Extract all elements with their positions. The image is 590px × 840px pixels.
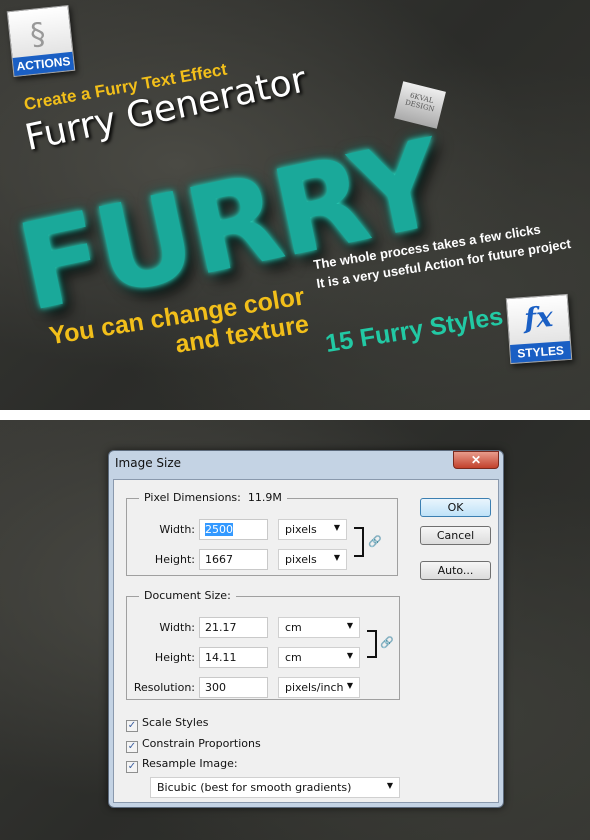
styles-badge: fx STYLES (505, 293, 573, 365)
link-bracket (367, 630, 377, 658)
pixel-width-unit-select[interactable]: pixels ▼ (278, 519, 347, 540)
checkmark-icon: ✓ (126, 761, 138, 773)
scale-styles-checkbox[interactable]: ✓ Scale Styles (126, 716, 208, 732)
chevron-down-icon: ▼ (346, 681, 353, 690)
chevron-down-icon: ▼ (346, 651, 353, 660)
pixel-width-input[interactable]: 2500 (199, 519, 268, 540)
image-size-dialog: Image Size ✕ Pixel Dimensions: 11.9M Wid… (108, 450, 504, 808)
actions-badge: § ACTIONS (6, 4, 76, 78)
promo-banner: § ACTIONS Create a Furry Text Effect Fur… (0, 0, 590, 410)
fx-icon: fx (523, 300, 555, 335)
chain-link-icon: 🔗 (368, 535, 382, 548)
doc-height-label: Height: (154, 651, 195, 664)
document-size-label: Document Size: (139, 589, 236, 602)
doc-width-input[interactable]: 21.17 (199, 617, 268, 638)
resolution-label: Resolution: (133, 681, 195, 694)
constrain-proportions-checkbox[interactable]: ✓ Constrain Proportions (126, 737, 261, 753)
dialog-title: Image Size (115, 456, 182, 470)
pixel-dimensions-size: 11.9M (247, 491, 282, 504)
link-bracket (354, 527, 364, 557)
pixel-height-input[interactable]: 1667 (199, 549, 268, 570)
scroll-icon: § (28, 16, 48, 53)
pixel-height-label: Height: (154, 553, 195, 566)
checkmark-icon: ✓ (126, 741, 138, 753)
doc-width-label: Width: (159, 621, 195, 634)
resolution-input[interactable]: 300 (199, 677, 268, 698)
resample-image-checkbox[interactable]: ✓ Resample Image: (126, 757, 238, 773)
pixel-height-unit-select[interactable]: pixels ▼ (278, 549, 347, 570)
doc-height-input[interactable]: 14.11 (199, 647, 268, 668)
close-button[interactable]: ✕ (453, 451, 499, 469)
checkmark-icon: ✓ (126, 720, 138, 732)
pixel-dimensions-label: Pixel Dimensions: 11.9M (139, 491, 287, 504)
resolution-unit-select[interactable]: pixels/inch ▼ (278, 677, 360, 698)
doc-height-unit-select[interactable]: cm ▼ (278, 647, 360, 668)
dialog-body: Pixel Dimensions: 11.9M Width: 2500 pixe… (113, 479, 499, 803)
chevron-down-icon: ▼ (333, 553, 340, 562)
pixel-width-label: Width: (159, 523, 195, 536)
chevron-down-icon: ▼ (333, 523, 340, 532)
chain-link-icon: 🔗 (380, 636, 394, 649)
auto-button[interactable]: Auto... (420, 561, 491, 580)
close-icon: ✕ (470, 453, 482, 467)
doc-width-unit-select[interactable]: cm ▼ (278, 617, 360, 638)
cancel-button[interactable]: Cancel (420, 526, 491, 545)
styles-count: 15 Furry Styles (323, 302, 505, 359)
chevron-down-icon: ▼ (386, 781, 393, 790)
resample-method-select[interactable]: Bicubic (best for smooth gradients) ▼ (150, 777, 400, 798)
chevron-down-icon: ▼ (346, 621, 353, 630)
ok-button[interactable]: OK (420, 498, 491, 517)
